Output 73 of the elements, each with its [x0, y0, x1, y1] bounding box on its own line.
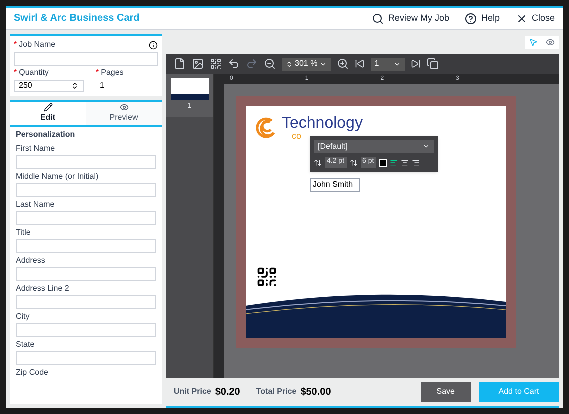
- window-title: Swirl & Arc Business Card: [14, 12, 140, 26]
- required-asterisk: *: [14, 40, 18, 50]
- header-action[interactable]: Close: [516, 12, 555, 26]
- help-icon: [465, 12, 478, 24]
- zoom-in-icon[interactable]: [336, 58, 349, 70]
- align-right-icon[interactable]: [412, 158, 420, 166]
- color-swatch[interactable]: [379, 158, 388, 166]
- price-value: $50.00: [300, 386, 332, 400]
- first-page-icon[interactable]: [354, 59, 365, 69]
- field-label: Last Name: [16, 200, 55, 210]
- footer-button[interactable]: Save: [420, 382, 471, 402]
- field-label: First Name: [16, 144, 56, 154]
- required-asterisk: *: [14, 68, 18, 78]
- text-field[interactable]: [16, 239, 156, 253]
- qr-code-icon[interactable]: [210, 58, 222, 70]
- qr-code: [256, 266, 278, 288]
- panel-tab[interactable]: Preview: [86, 102, 162, 125]
- field-label: Zip Code: [16, 368, 48, 378]
- eye-icon[interactable]: [546, 38, 555, 46]
- copy-icon[interactable]: [426, 58, 439, 70]
- undo-icon[interactable]: [228, 58, 240, 70]
- field-label: Middle Name (or Initial): [16, 172, 99, 182]
- new-page-icon[interactable]: [174, 58, 186, 70]
- zoom-out-icon[interactable]: [264, 58, 276, 70]
- caret-icon: [394, 60, 401, 68]
- header-action[interactable]: Review My Job: [372, 12, 450, 26]
- field-label: Pages: [101, 68, 124, 78]
- quantity-field[interactable]: 250: [14, 80, 84, 92]
- search-icon: [372, 12, 384, 24]
- tracking-icon: [314, 158, 322, 166]
- zoom-select[interactable]: 301 %: [282, 58, 331, 70]
- text-field[interactable]: [16, 211, 156, 225]
- required-asterisk: *: [96, 68, 100, 78]
- last-page-icon[interactable]: [410, 59, 421, 69]
- text-field[interactable]: [16, 155, 156, 169]
- eye-icon: [120, 103, 128, 112]
- header-action[interactable]: Help: [465, 12, 500, 26]
- company-tagline: co: [292, 132, 302, 141]
- text-field[interactable]: [16, 183, 156, 197]
- field-label: City: [16, 312, 30, 322]
- text-field[interactable]: [16, 351, 156, 365]
- stepper-icon: [286, 60, 293, 68]
- page-select[interactable]: 1: [370, 58, 405, 70]
- align-left-icon[interactable]: [390, 158, 398, 166]
- price-label: Total Price: [256, 386, 297, 398]
- field-label: Job Name: [19, 40, 56, 50]
- section-heading: Personalization: [16, 129, 76, 141]
- pencil-icon: [44, 103, 52, 112]
- text-input[interactable]: John Smith: [310, 178, 360, 192]
- swirl-logo: [254, 116, 278, 140]
- field-label: Address: [16, 256, 46, 266]
- pages-value: 1: [99, 80, 106, 92]
- field-label: Quantity: [19, 68, 49, 78]
- style-dropdown[interactable]: [Default]: [314, 140, 434, 153]
- field-label: Address Line 2: [16, 284, 70, 294]
- text-field[interactable]: [16, 267, 156, 281]
- price-label: Unit Price: [174, 386, 212, 398]
- price-value: $0.20: [215, 386, 240, 400]
- page-thumbnail[interactable]: [170, 78, 208, 100]
- stepper-icon: [71, 82, 79, 90]
- field-label: Title: [16, 228, 31, 238]
- info-icon: [149, 40, 158, 50]
- caret-icon: [423, 143, 430, 150]
- leading-icon: [350, 158, 358, 166]
- text-field[interactable]: [16, 323, 156, 337]
- align-center-icon[interactable]: [401, 158, 410, 166]
- text-field[interactable]: [16, 295, 156, 309]
- job-name-field[interactable]: [14, 52, 158, 66]
- image-icon[interactable]: [192, 58, 204, 70]
- field-label: State: [16, 340, 35, 350]
- caret-icon: [320, 60, 327, 68]
- close-icon: [516, 12, 528, 24]
- company-name: Technology: [282, 116, 363, 132]
